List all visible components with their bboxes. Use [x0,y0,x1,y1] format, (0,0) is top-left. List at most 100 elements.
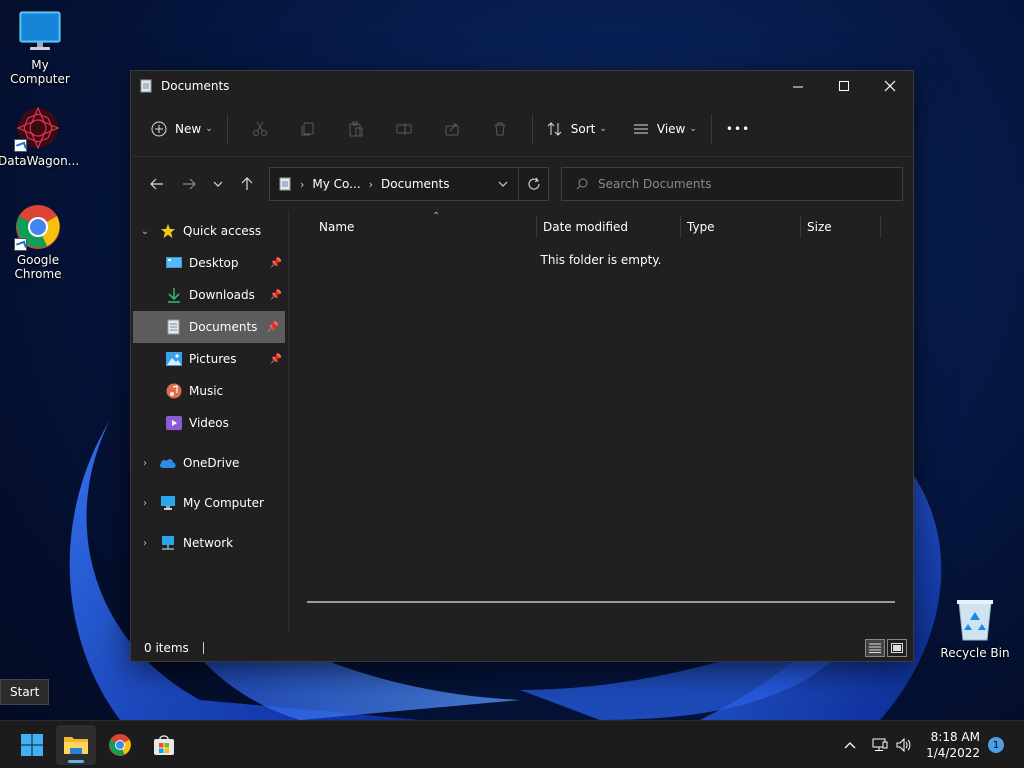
shortcut-arrow-icon [14,139,27,152]
minimize-button[interactable] [775,71,821,101]
start-tooltip: Start [0,679,50,705]
breadcrumb-documents[interactable]: Documents [381,177,449,191]
close-button[interactable] [867,71,913,101]
chevron-down-icon[interactable]: ⌄ [131,226,159,237]
file-list[interactable]: ⌃ Name Date modified Type Size This fold… [289,211,913,633]
sort-button[interactable]: Sort ⌄ [541,113,613,145]
address-bar[interactable]: › My Co... › Documents [269,167,549,201]
column-header-name[interactable]: Name [289,216,537,238]
nav-item-label: Network [183,536,234,550]
arrow-right-icon [183,178,196,190]
network-tray-button[interactable] [868,733,892,757]
desktop-folder-icon [165,255,183,271]
cloud-icon [159,455,177,471]
recent-locations-button[interactable] [205,168,231,200]
notification-badge[interactable]: 1 [988,737,1004,753]
nav-item-label: Videos [189,416,229,430]
desktop-icon-datawagon[interactable]: DataWagon... [0,104,79,168]
nav-network[interactable]: › Network [131,527,288,559]
nav-item-documents[interactable]: Documents 📌 [133,311,285,343]
monitor-icon [16,8,64,56]
chevron-up-icon [844,742,856,749]
large-icons-view-button[interactable] [887,639,907,657]
trash-icon [494,122,505,135]
nav-item-pictures[interactable]: Pictures 📌 [131,343,288,375]
rename-button[interactable] [380,113,428,145]
desktop-icon-label: Google Chrome [14,253,62,281]
pin-icon: 📌 [269,257,282,269]
show-hidden-icons-button[interactable] [838,733,862,757]
chevron-right-icon[interactable]: › [131,498,159,509]
column-header-size[interactable]: Size [801,216,881,238]
cut-button[interactable] [236,113,284,145]
new-button[interactable]: New ⌄ [145,113,219,145]
store-icon [154,734,174,755]
breadcrumb-my-computer[interactable]: My Co... [312,177,360,191]
explorer-body: ⌄ Quick access Desktop 📌 Downloads 📌 Doc… [131,211,913,633]
forward-button[interactable] [173,168,205,200]
pin-icon: 📌 [266,321,279,333]
volume-tray-button[interactable] [892,733,916,757]
chevron-right-icon[interactable]: › [131,458,159,469]
back-button[interactable] [141,168,173,200]
system-tray: 8:18 AM 1/4/2022 1 [838,721,1024,768]
column-header-type[interactable]: Type [681,216,801,238]
file-explorer-icon [64,736,88,754]
navigation-bar: › My Co... › Documents [131,157,913,211]
desktop-icon-label: Recycle Bin [940,646,1010,660]
clock[interactable]: 8:18 AM 1/4/2022 [926,729,980,761]
shortcut-arrow-icon [14,238,27,251]
monitor-icon [159,495,177,511]
more-options-button[interactable]: ••• [720,113,756,145]
search-input[interactable] [598,177,888,191]
chevron-right-icon[interactable]: › [131,538,159,549]
share-button[interactable] [428,113,476,145]
chevron-down-icon [213,181,223,187]
up-button[interactable] [231,168,263,200]
view-button[interactable]: View ⌄ [627,113,703,145]
desktop-icon-my-computer[interactable]: My Computer [0,8,80,86]
nav-item-music[interactable]: Music [131,375,288,407]
file-explorer-window: Documents New ⌄ Sort ⌄ View ⌄ ••• › My C… [130,70,914,662]
maximize-button[interactable] [821,71,867,101]
horizontal-scrollbar[interactable] [307,601,895,603]
pin-icon: 📌 [269,289,282,301]
nav-my-computer[interactable]: › My Computer [131,487,288,519]
paste-button[interactable] [332,113,380,145]
nav-item-videos[interactable]: Videos [131,407,288,439]
chevron-down-icon: ⌄ [689,123,697,134]
music-icon [165,383,183,399]
nav-quick-access[interactable]: ⌄ Quick access [131,215,288,247]
taskbar-store[interactable] [144,725,184,765]
search-box[interactable] [561,167,903,201]
maximize-icon [838,80,849,91]
delete-button[interactable] [476,113,524,145]
title-bar[interactable]: Documents [131,71,913,101]
nav-item-desktop[interactable]: Desktop 📌 [131,247,288,279]
breadcrumb-chevron-icon: › [368,177,374,191]
taskbar-chrome[interactable] [100,725,140,765]
address-dropdown-button[interactable] [488,168,518,200]
toolbar-divider [226,113,228,144]
view-lines-icon [633,124,648,133]
arrow-left-icon [150,178,163,190]
taskbar-file-explorer[interactable] [56,724,96,765]
toolbar-divider [710,113,712,144]
refresh-button[interactable] [518,168,548,200]
chevron-down-icon: ⌄ [599,123,607,134]
arrow-up-icon [241,177,253,190]
nav-item-downloads[interactable]: Downloads 📌 [131,279,288,311]
copy-button[interactable] [284,113,332,145]
details-view-button[interactable] [865,639,885,657]
chevron-down-icon [498,181,508,187]
chrome-icon [14,203,62,251]
start-button[interactable] [12,725,52,765]
nav-onedrive[interactable]: › OneDrive [131,447,288,479]
column-header-date-modified[interactable]: Date modified [537,216,681,238]
close-icon [884,80,896,92]
pin-icon: 📌 [269,353,282,365]
nav-item-label: Documents [189,320,258,334]
desktop-icon-google-chrome[interactable]: Google Chrome [0,203,78,281]
column-headers: ⌃ Name Date modified Type Size [289,211,913,243]
desktop-icon-recycle-bin[interactable]: Recycle Bin [935,596,1015,660]
